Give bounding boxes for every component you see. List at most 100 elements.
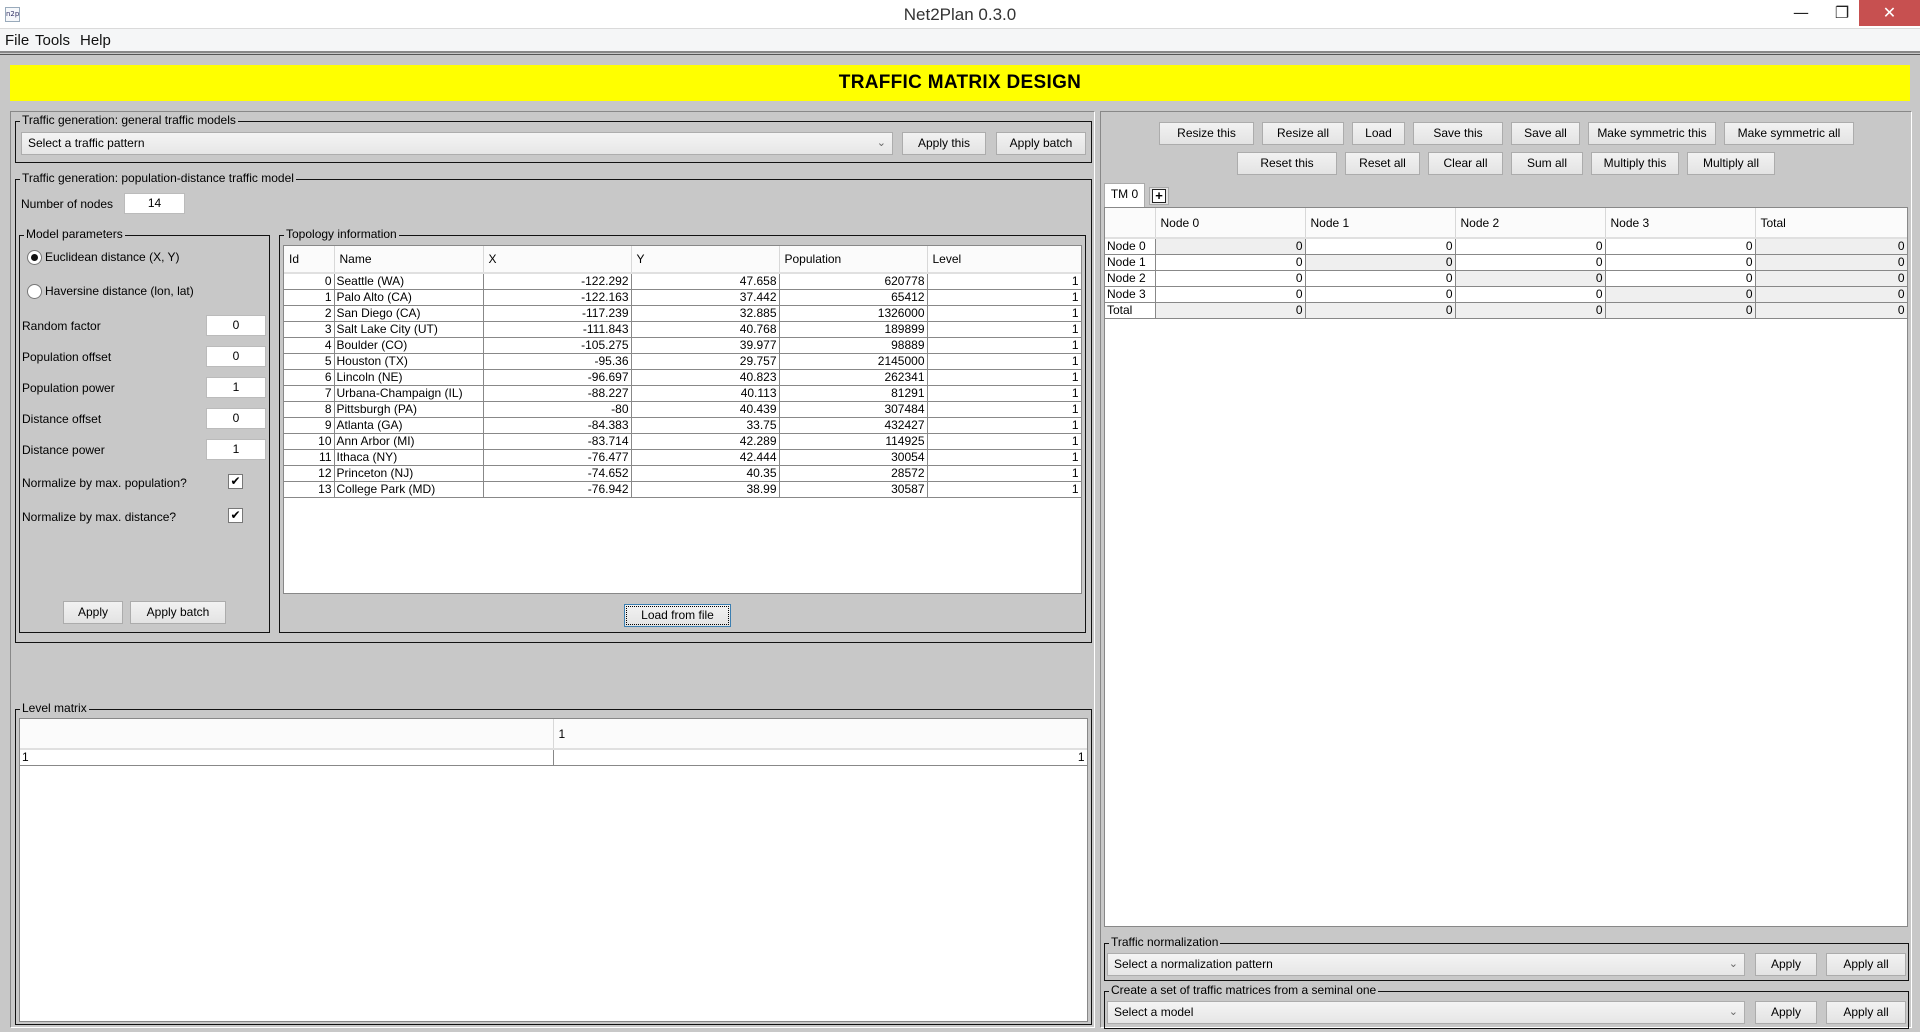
topology-col-x[interactable]: X <box>483 246 632 274</box>
radio-haversine[interactable] <box>27 284 42 299</box>
table-row[interactable]: 0 Seattle (WA) -122.292 47.658 620778 1 <box>284 273 1081 290</box>
topology-cell-population[interactable]: 114925 <box>779 433 928 450</box>
level-matrix-cell[interactable]: 1 <box>553 749 1087 766</box>
topology-cell-id[interactable]: 8 <box>284 401 335 418</box>
topology-col-y[interactable]: Y <box>631 246 780 274</box>
level-matrix-table[interactable]: 1 11 <box>19 718 1088 1022</box>
traffic-matrix-cell[interactable]: 0 <box>1305 270 1456 287</box>
table-row[interactable]: 6 Lincoln (NE) -96.697 40.823 262341 1 <box>284 369 1081 386</box>
topology-cell-population[interactable]: 1326000 <box>779 305 928 322</box>
topology-cell-y[interactable]: 33.75 <box>631 417 780 434</box>
topology-cell-id[interactable]: 13 <box>284 481 335 498</box>
topology-cell-id[interactable]: 5 <box>284 353 335 370</box>
traffic-matrix-cell[interactable]: 0 <box>1605 270 1756 287</box>
table-row[interactable]: 11 Ithaca (NY) -76.477 42.444 30054 1 <box>284 449 1081 466</box>
traffic-matrix-cell[interactable]: 0 <box>1155 270 1306 287</box>
topology-cell-y[interactable]: 40.768 <box>631 321 780 338</box>
table-row[interactable]: Node 000000 <box>1105 238 1907 255</box>
topology-cell-level[interactable]: 1 <box>927 385 1081 402</box>
topology-cell-level[interactable]: 1 <box>927 337 1081 354</box>
topology-cell-x[interactable]: -74.652 <box>483 465 632 482</box>
seminal-model-select[interactable]: Select a model ⌄ <box>1107 1001 1745 1024</box>
topology-cell-id[interactable]: 7 <box>284 385 335 402</box>
topology-cell-level[interactable]: 1 <box>927 305 1081 322</box>
topology-cell-level[interactable]: 1 <box>927 401 1081 418</box>
random-factor-input[interactable]: 0 <box>206 315 266 336</box>
topology-cell-level[interactable]: 1 <box>927 433 1081 450</box>
topology-cell-population[interactable]: 620778 <box>779 273 928 290</box>
resize-this-button[interactable]: Resize this <box>1159 122 1254 145</box>
load-button[interactable]: Load <box>1352 122 1405 145</box>
make-symmetric-all-button[interactable]: Make symmetric all <box>1724 122 1854 145</box>
topology-cell-x[interactable]: -83.714 <box>483 433 632 450</box>
traffic-matrix-cell[interactable]: 0 <box>1605 238 1756 255</box>
topology-cell-population[interactable]: 65412 <box>779 289 928 306</box>
topology-cell-y[interactable]: 38.99 <box>631 481 780 498</box>
model-apply-batch-button[interactable]: Apply batch <box>130 601 226 624</box>
topology-cell-x[interactable]: -80 <box>483 401 632 418</box>
topology-cell-population[interactable]: 189899 <box>779 321 928 338</box>
multiply-all-button[interactable]: Multiply all <box>1687 152 1775 175</box>
topology-col-name[interactable]: Name <box>334 246 484 274</box>
topology-cell-level[interactable]: 1 <box>927 465 1081 482</box>
table-row[interactable]: 2 San Diego (CA) -117.239 32.885 1326000 1 <box>284 305 1081 322</box>
topology-cell-population[interactable]: 2145000 <box>779 353 928 370</box>
table-row[interactable]: 1 Palo Alto (CA) -122.163 37.442 65412 1 <box>284 289 1081 306</box>
topology-cell-x[interactable]: -105.275 <box>483 337 632 354</box>
traffic-matrix-cell[interactable]: 0 <box>1305 286 1456 303</box>
topology-cell-name[interactable]: Ithaca (NY) <box>334 449 484 466</box>
save-all-button[interactable]: Save all <box>1511 122 1580 145</box>
menu-help[interactable]: Help <box>80 32 111 49</box>
apply-batch-button[interactable]: Apply batch <box>996 132 1086 155</box>
topology-cell-y[interactable]: 40.113 <box>631 385 780 402</box>
topology-cell-x[interactable]: -76.942 <box>483 481 632 498</box>
topology-cell-id[interactable]: 11 <box>284 449 335 466</box>
topology-cell-level[interactable]: 1 <box>927 369 1081 386</box>
save-this-button[interactable]: Save this <box>1413 122 1503 145</box>
topology-cell-name[interactable]: Atlanta (GA) <box>334 417 484 434</box>
topology-cell-y[interactable]: 42.289 <box>631 433 780 450</box>
topology-cell-name[interactable]: Boulder (CO) <box>334 337 484 354</box>
table-row[interactable]: 13 College Park (MD) -76.942 38.99 30587 1 <box>284 481 1081 498</box>
topology-cell-population[interactable]: 98889 <box>779 337 928 354</box>
topology-cell-x[interactable]: -88.227 <box>483 385 632 402</box>
topology-col-id[interactable]: Id <box>284 246 335 274</box>
topology-cell-y[interactable]: 32.885 <box>631 305 780 322</box>
topology-cell-population[interactable]: 262341 <box>779 369 928 386</box>
topology-cell-level[interactable]: 1 <box>927 417 1081 434</box>
topology-cell-id[interactable]: 0 <box>284 273 335 290</box>
topology-cell-level[interactable]: 1 <box>927 481 1081 498</box>
table-row[interactable]: Node 100000 <box>1105 254 1907 271</box>
topology-cell-y[interactable]: 37.442 <box>631 289 780 306</box>
topology-cell-name[interactable]: Salt Lake City (UT) <box>334 321 484 338</box>
topology-cell-y[interactable]: 40.439 <box>631 401 780 418</box>
topology-cell-population[interactable]: 30587 <box>779 481 928 498</box>
normalize-population-checkbox[interactable]: ✔ <box>228 474 243 489</box>
topology-table[interactable]: Id Name X Y Population Level 0 Seattle (WA) -12… <box>283 245 1082 594</box>
close-button[interactable]: ✕ <box>1859 0 1920 26</box>
table-row[interactable]: 7 Urbana-Champaign (IL) -88.227 40.113 81291… <box>284 385 1081 402</box>
topology-cell-id[interactable]: 4 <box>284 337 335 354</box>
radio-euclidean[interactable] <box>27 250 42 265</box>
topology-cell-name[interactable]: Lincoln (NE) <box>334 369 484 386</box>
sum-all-button[interactable]: Sum all <box>1511 152 1583 175</box>
minimize-button[interactable]: — <box>1778 0 1824 26</box>
topology-cell-level[interactable]: 1 <box>927 449 1081 466</box>
load-from-file-button[interactable]: Load from file <box>624 604 731 627</box>
topology-cell-population[interactable]: 81291 <box>779 385 928 402</box>
topology-cell-level[interactable]: 1 <box>927 321 1081 338</box>
topology-cell-population[interactable]: 30054 <box>779 449 928 466</box>
topology-cell-name[interactable]: Seattle (WA) <box>334 273 484 290</box>
topology-cell-id[interactable]: 10 <box>284 433 335 450</box>
distance-offset-input[interactable]: 0 <box>206 408 266 429</box>
make-symmetric-this-button[interactable]: Make symmetric this <box>1588 122 1716 145</box>
reset-all-button[interactable]: Reset all <box>1345 152 1420 175</box>
topology-cell-name[interactable]: Urbana-Champaign (IL) <box>334 385 484 402</box>
topology-cell-name[interactable]: Houston (TX) <box>334 353 484 370</box>
topology-cell-population[interactable]: 307484 <box>779 401 928 418</box>
table-row[interactable]: 4 Boulder (CO) -105.275 39.977 98889 1 <box>284 337 1081 354</box>
topology-cell-level[interactable]: 1 <box>927 289 1081 306</box>
normalize-distance-checkbox[interactable]: ✔ <box>228 508 243 523</box>
reset-this-button[interactable]: Reset this <box>1237 152 1337 175</box>
topology-cell-name[interactable]: Palo Alto (CA) <box>334 289 484 306</box>
